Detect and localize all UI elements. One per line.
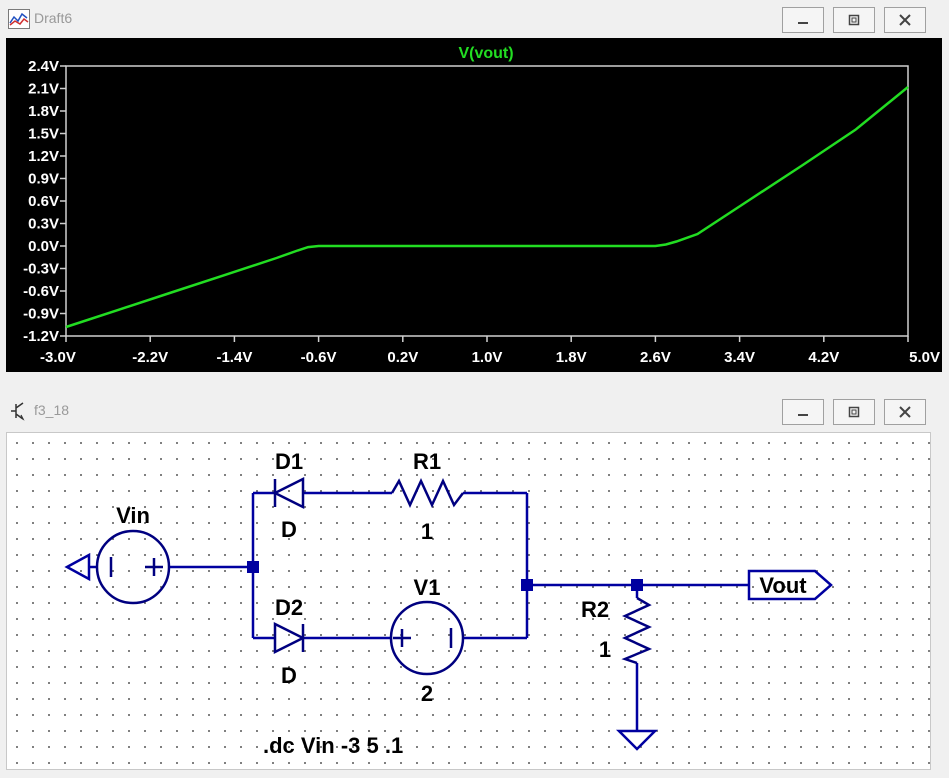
junction-node[interactable] [631,579,643,591]
wires [89,491,749,731]
schematic-scrollbar[interactable] [931,432,943,770]
plot-window: Draft6 V(vout) 2.4V 2.1V 1.8V 1.5V 1.2V 0.9V 0… [0,0,949,380]
v1-label[interactable]: V1 [414,575,441,600]
vout-label[interactable]: Vout [759,573,807,598]
minimize-button[interactable] [782,7,824,33]
x-tick-label: 0.2V [387,349,418,366]
d1-model-label[interactable]: D [281,517,297,542]
plot-window-titlebar[interactable]: Draft6 [0,0,949,38]
y-tick-label: -1.2V [23,328,59,345]
x-tick-label: 5.0V [909,349,940,366]
y-tick-label: 1.2V [28,148,59,165]
minimize-icon [798,414,808,416]
resistor-r2[interactable] [621,596,653,665]
vin-label[interactable]: Vin [116,503,150,528]
resistor-r1[interactable] [390,477,464,509]
spice-directive[interactable]: .dc Vin -3 5 .1 [263,733,403,758]
y-tick-label: -0.3V [23,261,59,278]
source-vin[interactable] [95,529,171,605]
y-axis: 2.4V 2.1V 1.8V 1.5V 1.2V 0.9V 0.6V 0.3V 0.0V -0.3… [23,58,66,345]
maximize-icon [848,406,860,418]
y-tick-label: 1.8V [28,103,59,120]
close-button[interactable] [884,7,926,33]
y-tick-label: -0.9V [23,306,59,323]
y-tick-label: 0.3V [28,216,59,233]
trace-label[interactable]: V(vout) [458,45,513,62]
x-tick-label: 2.6V [640,349,671,366]
x-tick-label: 4.2V [808,349,839,366]
circuit-schematic[interactable]: Vin D1 D R1 1 D2 D V1 2 R2 1 Vout .dc Vi… [7,433,930,769]
close-icon [899,14,911,26]
diode-d2[interactable] [273,621,306,655]
x-axis: -3.0V -2.2V -1.4V -0.6V 0.2V 1.0V 1.8V 2.6V 3.4V… [40,336,940,366]
r2-value-label[interactable]: 1 [599,637,611,662]
waveform-chart[interactable]: V(vout) 2.4V 2.1V 1.8V 1.5V 1.2V 0.9V 0.6V 0.3V… [6,38,942,372]
schematic-canvas[interactable]: Vin D1 D R1 1 D2 D V1 2 R2 1 Vout .dc Vi… [6,432,931,770]
source-v1[interactable] [389,600,465,676]
d1-label[interactable]: D1 [275,449,303,474]
r1-value-label[interactable]: 1 [421,519,433,544]
r1-label[interactable]: R1 [413,449,441,474]
x-tick-label: -1.4V [216,349,252,366]
minimize-button[interactable] [782,399,824,425]
y-tick-label: 0.9V [28,171,59,188]
v1-value-label[interactable]: 2 [421,681,433,706]
series-line-vout [65,86,909,329]
plot-window-title: Draft6 [34,10,73,26]
d2-label[interactable]: D2 [275,595,303,620]
plot-frame [65,65,909,337]
close-button[interactable] [884,399,926,425]
y-tick-label: 1.5V [28,126,59,143]
maximize-button[interactable] [833,399,875,425]
y-tick-label: 0.0V [28,238,59,255]
x-tick-label: 1.0V [472,349,503,366]
y-tick-label: 2.1V [28,81,59,98]
x-tick-label: 1.8V [556,349,587,366]
maximize-icon [848,14,860,26]
schematic-window-titlebar[interactable]: f3_18 [0,392,949,430]
diode-d1[interactable] [272,476,305,510]
y-tick-label: -0.6V [23,283,59,300]
close-icon [899,406,911,418]
x-tick-label: 3.4V [724,349,755,366]
waveform-icon [8,9,30,29]
ground-flag-vin[interactable] [64,552,91,582]
maximize-button[interactable] [833,7,875,33]
x-tick-label: -3.0V [40,349,76,366]
junction-node[interactable] [247,561,259,573]
x-tick-label: -2.2V [132,349,168,366]
minimize-icon [798,22,808,24]
x-tick-label: -0.6V [301,349,337,366]
transistor-icon [11,402,25,421]
y-tick-label: 0.6V [28,193,59,210]
y-tick-label: 2.4V [28,58,59,75]
ground-symbol[interactable] [615,729,659,751]
waveform-plot[interactable]: V(vout) 2.4V 2.1V 1.8V 1.5V 1.2V 0.9V 0.6V 0.3V… [6,38,942,372]
schematic-window-title: f3_18 [34,402,70,418]
d2-model-label[interactable]: D [281,663,297,688]
r2-label[interactable]: R2 [581,597,609,622]
junction-node[interactable] [521,579,533,591]
